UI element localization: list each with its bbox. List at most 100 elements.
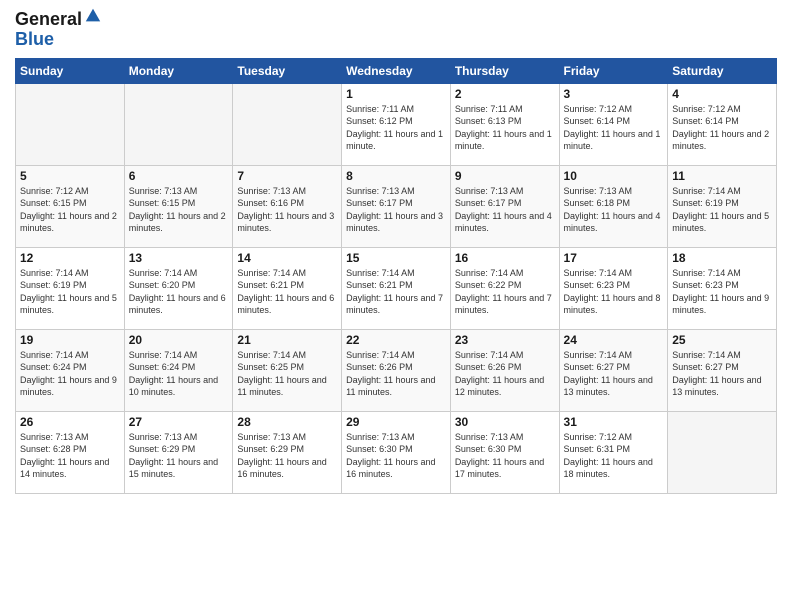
calendar-cell: 2 Sunrise: 7:11 AMSunset: 6:13 PMDaylight… — [450, 83, 559, 165]
calendar-cell — [16, 83, 125, 165]
day-number: 17 — [564, 251, 664, 265]
weekday-header-wednesday: Wednesday — [342, 58, 451, 83]
calendar-cell: 8 Sunrise: 7:13 AMSunset: 6:17 PMDaylight… — [342, 165, 451, 247]
calendar-cell — [668, 411, 777, 493]
day-number: 10 — [564, 169, 664, 183]
calendar-cell: 17 Sunrise: 7:14 AMSunset: 6:23 PMDayligh… — [559, 247, 668, 329]
calendar-cell: 20Sunrise: 7:14 AMSunset: 6:24 PMDayligh… — [124, 329, 233, 411]
day-info: Sunrise: 7:14 AMSunset: 6:24 PMDaylight:… — [20, 349, 120, 399]
calendar-cell: 31 Sunrise: 7:12 AMSunset: 6:31 PMDayligh… — [559, 411, 668, 493]
day-number: 14 — [237, 251, 337, 265]
day-number: 19 — [20, 333, 120, 347]
day-number: 8 — [346, 169, 446, 183]
day-number: 2 — [455, 87, 555, 101]
day-number: 15 — [346, 251, 446, 265]
calendar-week-1: 1 Sunrise: 7:11 AMSunset: 6:12 PMDaylight… — [16, 83, 777, 165]
day-info: Sunrise: 7:14 AMSunset: 6:22 PMDaylight:… — [455, 267, 555, 317]
calendar-cell: 13Sunrise: 7:14 AMSunset: 6:20 PMDayligh… — [124, 247, 233, 329]
calendar-week-5: 26 Sunrise: 7:13 AMSunset: 6:28 PMDayligh… — [16, 411, 777, 493]
day-number: 21 — [237, 333, 337, 347]
day-number: 27 — [129, 415, 229, 429]
day-number: 29 — [346, 415, 446, 429]
calendar-cell: 15 Sunrise: 7:14 AMSunset: 6:21 PMDayligh… — [342, 247, 451, 329]
day-number: 12 — [20, 251, 120, 265]
calendar-cell: 16 Sunrise: 7:14 AMSunset: 6:22 PMDayligh… — [450, 247, 559, 329]
calendar-cell: 5 Sunrise: 7:12 AMSunset: 6:15 PMDaylight… — [16, 165, 125, 247]
day-info: Sunrise: 7:13 AMSunset: 6:15 PMDaylight:… — [129, 185, 229, 235]
day-number: 30 — [455, 415, 555, 429]
day-info: Sunrise: 7:14 AMSunset: 6:21 PMDaylight:… — [237, 267, 337, 317]
calendar-cell: 26 Sunrise: 7:13 AMSunset: 6:28 PMDayligh… — [16, 411, 125, 493]
calendar-cell: 19 Sunrise: 7:14 AMSunset: 6:24 PMDayligh… — [16, 329, 125, 411]
calendar-cell: 29 Sunrise: 7:13 AMSunset: 6:30 PMDayligh… — [342, 411, 451, 493]
day-number: 9 — [455, 169, 555, 183]
calendar-cell: 1 Sunrise: 7:11 AMSunset: 6:12 PMDaylight… — [342, 83, 451, 165]
page-header: General Blue — [15, 10, 777, 50]
weekday-header-monday: Monday — [124, 58, 233, 83]
calendar-cell: 21 Sunrise: 7:14 AMSunset: 6:25 PMDayligh… — [233, 329, 342, 411]
day-info: Sunrise: 7:13 AMSunset: 6:28 PMDaylight:… — [20, 431, 120, 481]
day-info: Sunrise: 7:11 AMSunset: 6:12 PMDaylight:… — [346, 103, 446, 153]
logo-general-text: General — [15, 9, 82, 29]
day-number: 24 — [564, 333, 664, 347]
calendar-cell: 30 Sunrise: 7:13 AMSunset: 6:30 PMDayligh… — [450, 411, 559, 493]
day-info: Sunrise: 7:14 AMSunset: 6:19 PMDaylight:… — [672, 185, 772, 235]
calendar-cell — [233, 83, 342, 165]
weekday-header-thursday: Thursday — [450, 58, 559, 83]
calendar-cell — [124, 83, 233, 165]
day-number: 3 — [564, 87, 664, 101]
calendar-cell: 18Sunrise: 7:14 AMSunset: 6:23 PMDayligh… — [668, 247, 777, 329]
day-info: Sunrise: 7:14 AMSunset: 6:27 PMDaylight:… — [564, 349, 664, 399]
day-info: Sunrise: 7:13 AMSunset: 6:17 PMDaylight:… — [346, 185, 446, 235]
day-number: 26 — [20, 415, 120, 429]
calendar-table: SundayMondayTuesdayWednesdayThursdayFrid… — [15, 58, 777, 494]
day-info: Sunrise: 7:14 AMSunset: 6:23 PMDaylight:… — [672, 267, 772, 317]
day-info: Sunrise: 7:13 AMSunset: 6:17 PMDaylight:… — [455, 185, 555, 235]
day-number: 22 — [346, 333, 446, 347]
day-number: 11 — [672, 169, 772, 183]
calendar-cell: 11 Sunrise: 7:14 AMSunset: 6:19 PMDayligh… — [668, 165, 777, 247]
day-info: Sunrise: 7:12 AMSunset: 6:14 PMDaylight:… — [564, 103, 664, 153]
day-info: Sunrise: 7:13 AMSunset: 6:30 PMDaylight:… — [346, 431, 446, 481]
weekday-header-friday: Friday — [559, 58, 668, 83]
day-info: Sunrise: 7:13 AMSunset: 6:30 PMDaylight:… — [455, 431, 555, 481]
day-number: 31 — [564, 415, 664, 429]
day-info: Sunrise: 7:13 AMSunset: 6:29 PMDaylight:… — [129, 431, 229, 481]
calendar-cell: 12Sunrise: 7:14 AMSunset: 6:19 PMDayligh… — [16, 247, 125, 329]
calendar-cell: 22Sunrise: 7:14 AMSunset: 6:26 PMDayligh… — [342, 329, 451, 411]
day-info: Sunrise: 7:12 AMSunset: 6:31 PMDaylight:… — [564, 431, 664, 481]
calendar-cell: 23Sunrise: 7:14 AMSunset: 6:26 PMDayligh… — [450, 329, 559, 411]
day-info: Sunrise: 7:11 AMSunset: 6:13 PMDaylight:… — [455, 103, 555, 153]
day-number: 5 — [20, 169, 120, 183]
calendar-cell: 3 Sunrise: 7:12 AMSunset: 6:14 PMDaylight… — [559, 83, 668, 165]
day-number: 16 — [455, 251, 555, 265]
calendar-cell: 24 Sunrise: 7:14 AMSunset: 6:27 PMDayligh… — [559, 329, 668, 411]
calendar-cell: 10 Sunrise: 7:13 AMSunset: 6:18 PMDayligh… — [559, 165, 668, 247]
calendar-cell: 27 Sunrise: 7:13 AMSunset: 6:29 PMDayligh… — [124, 411, 233, 493]
day-number: 1 — [346, 87, 446, 101]
day-number: 25 — [672, 333, 772, 347]
day-number: 7 — [237, 169, 337, 183]
calendar-cell: 6 Sunrise: 7:13 AMSunset: 6:15 PMDaylight… — [124, 165, 233, 247]
day-number: 6 — [129, 169, 229, 183]
day-info: Sunrise: 7:13 AMSunset: 6:29 PMDaylight:… — [237, 431, 337, 481]
calendar-cell: 28 Sunrise: 7:13 AMSunset: 6:29 PMDayligh… — [233, 411, 342, 493]
day-info: Sunrise: 7:14 AMSunset: 6:26 PMDaylight:… — [455, 349, 555, 399]
weekday-header-row: SundayMondayTuesdayWednesdayThursdayFrid… — [16, 58, 777, 83]
day-info: Sunrise: 7:14 AMSunset: 6:21 PMDaylight:… — [346, 267, 446, 317]
calendar-cell: 14 Sunrise: 7:14 AMSunset: 6:21 PMDayligh… — [233, 247, 342, 329]
logo-icon — [84, 7, 102, 25]
day-number: 4 — [672, 87, 772, 101]
calendar-week-3: 12Sunrise: 7:14 AMSunset: 6:19 PMDayligh… — [16, 247, 777, 329]
day-info: Sunrise: 7:14 AMSunset: 6:25 PMDaylight:… — [237, 349, 337, 399]
day-number: 28 — [237, 415, 337, 429]
calendar-cell: 4 Sunrise: 7:12 AMSunset: 6:14 PMDaylight… — [668, 83, 777, 165]
day-info: Sunrise: 7:14 AMSunset: 6:23 PMDaylight:… — [564, 267, 664, 317]
calendar-cell: 9 Sunrise: 7:13 AMSunset: 6:17 PMDaylight… — [450, 165, 559, 247]
day-info: Sunrise: 7:12 AMSunset: 6:15 PMDaylight:… — [20, 185, 120, 235]
day-info: Sunrise: 7:12 AMSunset: 6:14 PMDaylight:… — [672, 103, 772, 153]
day-info: Sunrise: 7:13 AMSunset: 6:18 PMDaylight:… — [564, 185, 664, 235]
weekday-header-saturday: Saturday — [668, 58, 777, 83]
weekday-header-sunday: Sunday — [16, 58, 125, 83]
day-info: Sunrise: 7:13 AMSunset: 6:16 PMDaylight:… — [237, 185, 337, 235]
